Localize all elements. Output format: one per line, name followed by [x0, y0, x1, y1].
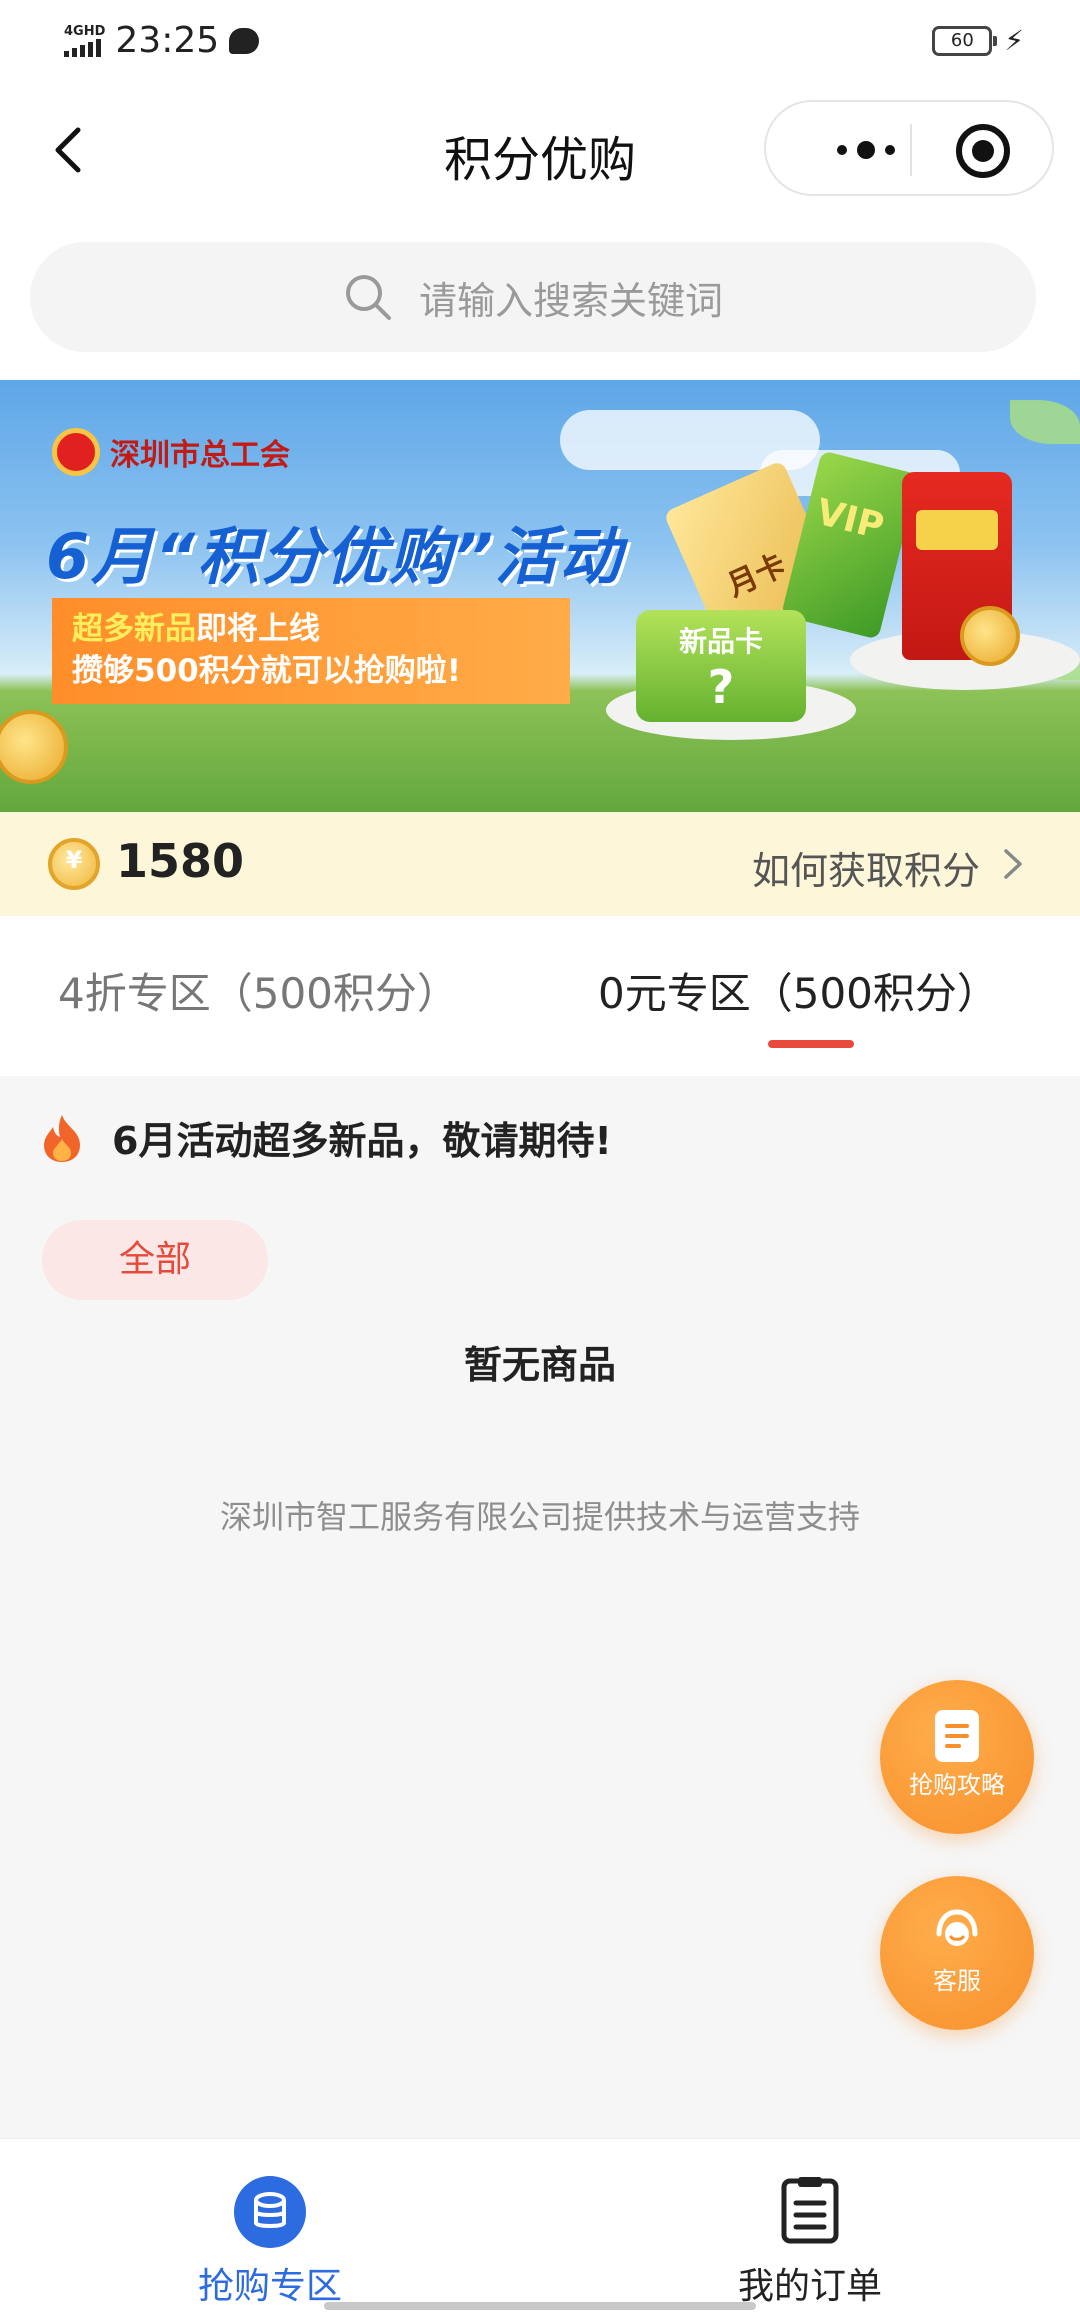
- zone-tabs: 4折专区（500积分） 0元专区（500积分）: [0, 916, 1080, 1076]
- banner-line-2: 攒够500积分就可以抢购啦!: [72, 653, 461, 689]
- target-icon[interactable]: [956, 124, 1010, 178]
- flame-icon: [44, 1114, 80, 1162]
- banner-line-1: 超多新品即将上线: [72, 608, 550, 650]
- battery-level: 60: [950, 29, 974, 51]
- purchase-guide-label: 抢购攻略: [909, 1771, 1005, 1799]
- tab-free-zone[interactable]: 0元专区（500积分）: [598, 960, 999, 1021]
- banner-line-1-rest: 即将上线: [196, 611, 320, 647]
- message-bubble-icon: [229, 27, 260, 54]
- union-logo: 深圳市总工会: [52, 428, 290, 476]
- banner-title: 6月“积分优购”活动: [46, 520, 624, 593]
- activity-notice: 6月活动超多新品，敬请期待!: [40, 1110, 612, 1165]
- status-time: 23:25: [115, 20, 220, 61]
- new-card-image: 新品卡 ?: [636, 610, 806, 722]
- status-left: 4GHD 23:25: [64, 20, 260, 61]
- active-tab-indicator: [768, 1040, 854, 1048]
- banner-subtitle-box: 超多新品即将上线 攒够500积分就可以抢购啦!: [52, 598, 570, 704]
- coin-decoration: [960, 606, 1020, 666]
- status-right: 60 ⚡: [932, 24, 1024, 57]
- bottom-tab-bar: 抢购专区 我的订单: [0, 2138, 1080, 2316]
- document-icon: [935, 1710, 979, 1762]
- search-section: 请输入搜索关键词: [0, 212, 1080, 380]
- network-label: 4GHD: [64, 23, 106, 39]
- signal-bars-icon: [64, 38, 101, 57]
- more-dots-icon[interactable]: [806, 132, 926, 168]
- customer-service-label: 客服: [933, 1967, 981, 1995]
- promo-banner[interactable]: 深圳市总工会 6月“积分优购”活动 超多新品即将上线 攒够500积分就可以抢购啦…: [0, 380, 1080, 812]
- search-placeholder: 请输入搜索关键词: [418, 278, 723, 323]
- new-card-mark: ?: [707, 660, 735, 714]
- mini-program-capsule: [764, 100, 1054, 196]
- capsule-divider: [910, 124, 912, 176]
- empty-state: 暂无商品: [463, 1343, 616, 1387]
- search-input[interactable]: 请输入搜索关键词: [30, 242, 1036, 352]
- banner-highlight: 超多新品: [72, 611, 196, 647]
- home-indicator[interactable]: [324, 2302, 756, 2310]
- tab-discount-zone[interactable]: 4折专区（500积分）: [58, 960, 459, 1021]
- coin-decoration: [0, 710, 68, 784]
- headset-icon: [936, 1909, 978, 1946]
- tab-icon-wrap: [0, 2175, 540, 2249]
- charging-bolt-icon: ⚡: [1004, 24, 1024, 57]
- signal-indicator: 4GHD: [64, 23, 106, 57]
- search-icon: [345, 275, 391, 320]
- leaf-decoration: [1010, 400, 1080, 444]
- points-value: 1580: [116, 834, 245, 888]
- tab-purchase-zone[interactable]: 抢购专区: [0, 2139, 540, 2316]
- status-bar: 4GHD 23:25 60 ⚡: [0, 0, 1080, 84]
- vip-card-label: VIP: [812, 491, 888, 548]
- customer-service-button[interactable]: 客服: [880, 1876, 1034, 2030]
- filter-chip-all[interactable]: 全部: [42, 1220, 268, 1300]
- chevron-right-icon[interactable]: [996, 848, 1028, 880]
- how-to-earn-link[interactable]: 如何获取积分: [752, 840, 980, 895]
- points-coin-icon: [48, 838, 100, 890]
- purchase-guide-button[interactable]: 抢购攻略: [880, 1680, 1034, 1834]
- nav-bar: 积分优购: [0, 84, 1080, 212]
- battery-icon: 60: [932, 25, 998, 56]
- union-emblem-icon: [52, 428, 100, 476]
- tab-icon-wrap: [540, 2175, 1080, 2249]
- union-name: 深圳市总工会: [110, 438, 290, 473]
- points-bar: 1580 如何获取积分: [0, 812, 1080, 916]
- coins-stack-icon: [234, 2176, 306, 2248]
- month-card-label: 月卡: [722, 547, 792, 604]
- notice-text: 6月活动超多新品，敬请期待!: [112, 1119, 612, 1163]
- new-card-label: 新品卡: [678, 625, 763, 658]
- tab-my-orders[interactable]: 我的订单: [540, 2139, 1080, 2316]
- footer-note: 深圳市智工服务有限公司提供技术与运营支持: [219, 1498, 860, 1536]
- clipboard-icon: [781, 2177, 839, 2244]
